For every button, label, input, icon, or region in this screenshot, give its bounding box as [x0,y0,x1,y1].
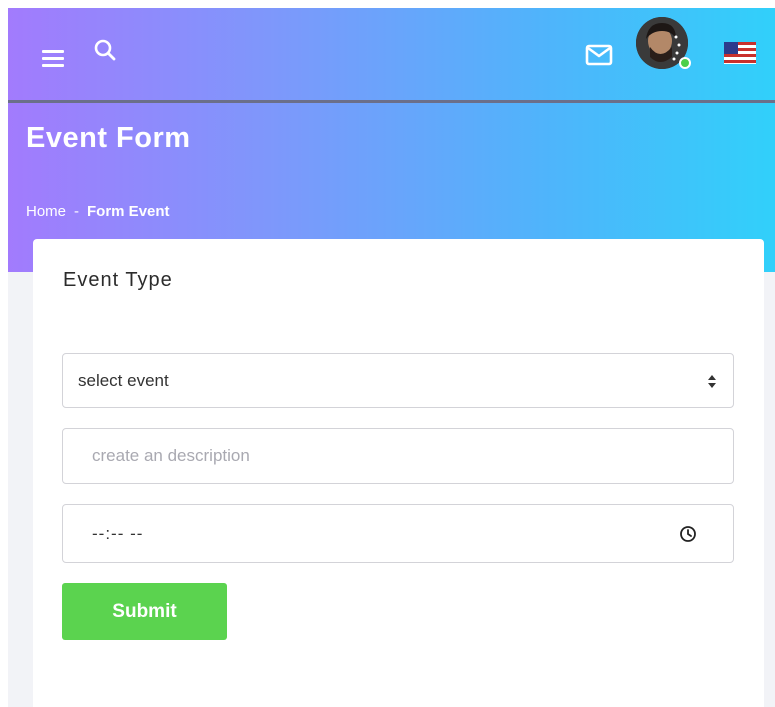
time-input[interactable]: --:-- -- [62,504,734,563]
time-input-value: --:-- -- [92,524,144,543]
breadcrumb-current: Form Event [87,203,170,220]
clock-icon[interactable] [679,525,697,543]
event-type-select-value: select event [78,371,169,390]
select-arrows-icon [707,372,717,390]
submit-button[interactable]: Submit [62,583,227,640]
event-form-card: Event Type select event --:-- -- Submit [33,239,764,707]
description-field [62,428,734,484]
left-border [0,0,8,707]
breadcrumb-separator: - [74,203,80,220]
breadcrumb-home-link[interactable]: Home [26,203,66,220]
form-title: Event Type [63,269,173,291]
us-flag-icon[interactable] [724,42,756,64]
event-type-select[interactable]: select event [62,353,734,408]
search-icon[interactable] [93,38,119,64]
mail-icon[interactable] [585,44,613,66]
menu-icon[interactable] [42,50,64,68]
top-border [0,0,775,8]
breadcrumb: Home - Form Event [26,203,170,220]
page-title: Event Form [26,122,191,154]
online-status-indicator [679,57,691,69]
description-input[interactable] [92,444,692,468]
